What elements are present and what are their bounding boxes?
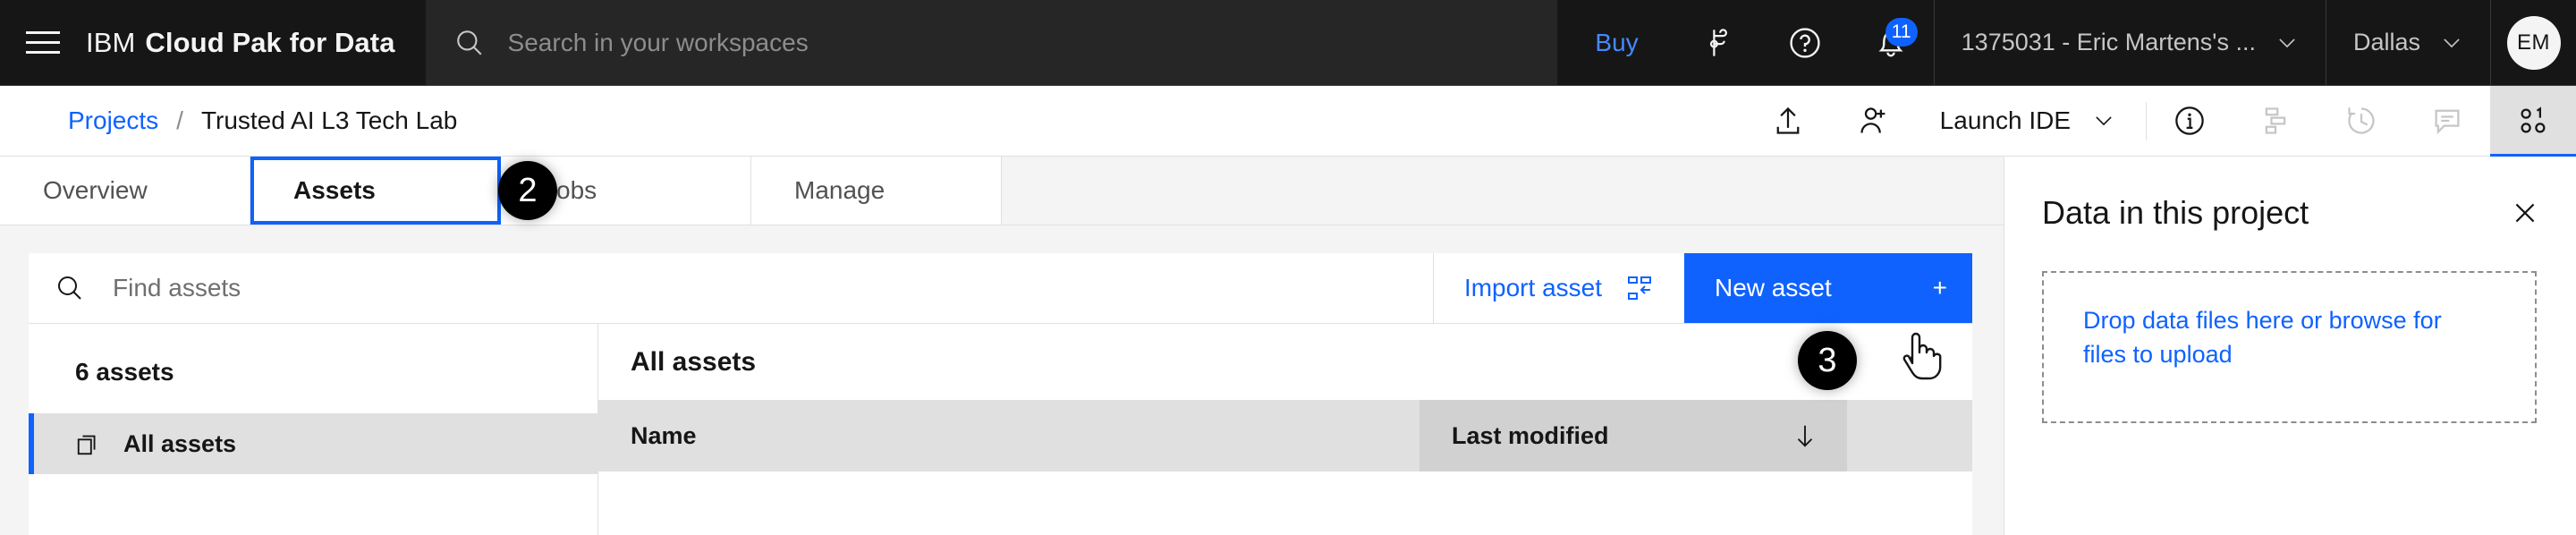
file-dropzone[interactable]: Drop data files here or browse for files… <box>2042 271 2537 423</box>
find-assets-input[interactable] <box>113 274 1433 302</box>
workflow-branch-button[interactable] <box>1676 0 1762 85</box>
new-asset-button[interactable]: New asset + <box>1684 253 1972 323</box>
brand-ibm: IBM <box>86 26 136 58</box>
launch-ide-label: Launch IDE <box>1939 106 2071 134</box>
add-user-icon <box>1860 107 1885 133</box>
data-panel-toggle-button[interactable] <box>2490 85 2576 157</box>
comment-icon <box>2435 109 2460 135</box>
sidebar-item-label: All assets <box>123 429 237 457</box>
search-icon <box>454 28 485 58</box>
branch-icon <box>1709 28 1727 56</box>
account-selector[interactable]: 1375031 - Eric Martens's ... <box>1933 0 2326 85</box>
assets-sidebar: 6 assets All assets <box>29 324 598 535</box>
avatar: EM <box>2506 15 2561 70</box>
hamburger-menu-icon <box>26 31 60 54</box>
hamburger-menu-button[interactable] <box>0 0 86 85</box>
table-header: Name Last modified <box>598 400 1972 471</box>
column-header-actions <box>1847 400 1972 471</box>
annotation-marker-3: 3 <box>1798 331 1857 390</box>
plus-icon: + <box>1932 274 1947 301</box>
assets-count-heading: 6 assets <box>75 358 174 386</box>
region-selector[interactable]: Dallas <box>2325 0 2490 85</box>
project-history-button[interactable] <box>2318 86 2404 157</box>
tabstrip-filler <box>1002 157 2025 225</box>
add-collaborator-button[interactable] <box>1831 86 1917 157</box>
history-icon <box>2348 107 2375 134</box>
user-avatar-button[interactable]: EM <box>2490 0 2576 85</box>
tab-manage[interactable]: Manage <box>751 157 1002 225</box>
assets-table-header-row: All assets <box>598 324 1972 400</box>
global-header: IBM Cloud Pak for Data Buy <box>0 0 2576 86</box>
close-button[interactable] <box>2506 194 2544 232</box>
hierarchy-icon <box>2265 107 2286 134</box>
breadcrumb-separator: / <box>176 106 183 134</box>
import-asset-label: Import asset <box>1463 274 1602 301</box>
copy-stack-icon <box>75 430 102 457</box>
region-label: Dallas <box>2352 29 2420 55</box>
chevron-down-icon <box>2440 31 2463 55</box>
import-icon <box>1625 274 1654 302</box>
breadcrumb-current-project: Trusted AI L3 Tech Lab <box>200 106 458 134</box>
assets-table-area: All assets Name Last modified <box>598 324 1972 535</box>
sidebar-item-all-assets[interactable]: All assets <box>29 413 597 474</box>
import-asset-button[interactable]: Import asset <box>1432 253 1684 323</box>
find-assets-field[interactable] <box>29 253 1433 323</box>
upload-button[interactable] <box>1745 86 1831 157</box>
assets-toolbar: Import asset New asset + <box>29 253 1972 324</box>
column-header-last-modified[interactable]: Last modified <box>1419 400 1847 471</box>
tab-label: Manage <box>794 176 886 204</box>
account-label: 1375031 - Eric Martens's ... <box>1961 29 2256 55</box>
close-icon <box>2515 203 2535 223</box>
launch-ide-button[interactable]: Launch IDE <box>1917 86 2146 157</box>
tab-overview[interactable]: Overview <box>0 157 250 225</box>
sort-descending-icon <box>1792 422 1818 449</box>
data-in-project-panel: Data in this project Drop data files her… <box>2004 157 2576 535</box>
side-panel-header: Data in this project <box>2004 157 2576 232</box>
header-actions: Buy 11 1375031 - Eric Martens's ... Dall… <box>1557 0 2576 85</box>
project-tabs: Overview Assets Jobs Manage <box>0 157 2025 225</box>
annotation-marker-2: 2 <box>498 161 557 220</box>
chevron-down-icon <box>2092 109 2115 132</box>
data-binary-icon <box>2521 106 2546 133</box>
project-hierarchy-button[interactable] <box>2233 86 2318 157</box>
dropzone-label: Drop data files here or browse for files… <box>2083 307 2442 369</box>
tab-label: Overview <box>43 176 148 204</box>
project-info-button[interactable] <box>2147 86 2233 157</box>
side-panel-title: Data in this project <box>2042 194 2309 231</box>
chevron-down-icon <box>2275 31 2299 55</box>
search-icon <box>55 274 84 302</box>
column-label: Name <box>631 421 697 449</box>
help-icon <box>1790 27 1820 58</box>
mouse-cursor <box>1898 327 1945 383</box>
breadcrumb-projects-link[interactable]: Projects <box>68 106 158 135</box>
tab-label: Assets <box>293 176 376 204</box>
global-search[interactable] <box>425 0 1558 85</box>
new-asset-label: New asset <box>1715 274 1832 301</box>
assets-body: 6 assets All assets All assets Name Last… <box>29 324 1972 535</box>
info-icon <box>2175 106 2204 135</box>
column-header-name[interactable]: Name <box>598 400 1419 471</box>
breadcrumb: Projects / Trusted AI L3 Tech Lab <box>0 106 457 135</box>
pointing-hand-cursor-icon <box>1902 332 1942 380</box>
brand-product: Cloud Pak for Data <box>145 26 395 58</box>
search-input[interactable] <box>507 28 1558 57</box>
project-actions: Launch IDE <box>1745 85 2576 157</box>
tab-assets[interactable]: Assets <box>250 157 501 225</box>
brand-title[interactable]: IBM Cloud Pak for Data <box>86 0 426 85</box>
project-comments-button[interactable] <box>2404 86 2490 157</box>
assets-table-title: All assets <box>631 346 757 377</box>
help-button[interactable] <box>1762 0 1848 85</box>
notifications-button[interactable]: 11 <box>1848 0 1934 85</box>
upload-icon <box>1776 106 1800 134</box>
breadcrumb-bar: Projects / Trusted AI L3 Tech Lab Launch… <box>0 85 2576 157</box>
assets-panel: Import asset New asset + 6 assets <box>29 253 1972 535</box>
buy-link[interactable]: Buy <box>1557 0 1675 85</box>
notification-count-badge: 11 <box>1885 18 1918 47</box>
column-label: Last modified <box>1452 421 1609 449</box>
